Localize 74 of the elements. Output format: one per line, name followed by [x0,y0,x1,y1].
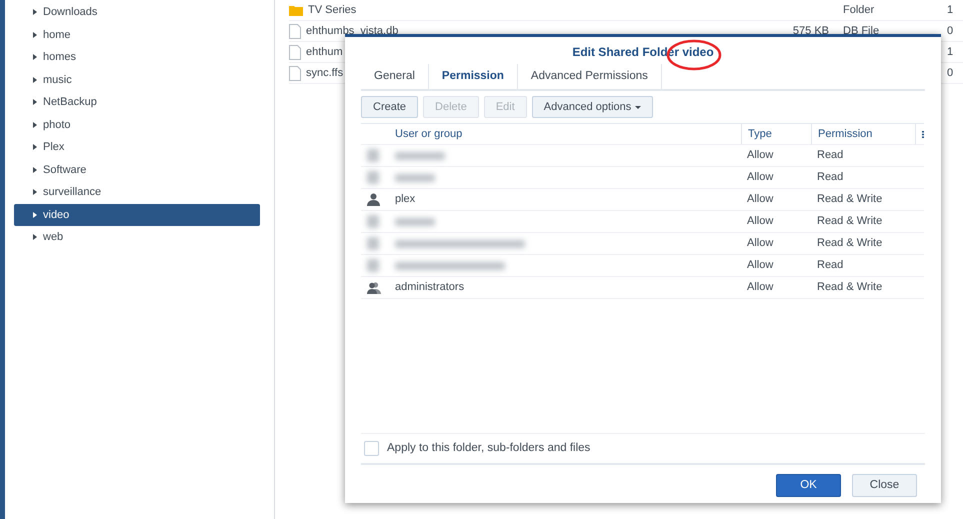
file-type: DB File [842,24,880,39]
expand-arrow-icon[interactable] [33,189,37,196]
tree-item[interactable]: Software [14,158,260,181]
dropdown-button[interactable]: Advanced options [532,96,654,118]
tree-item[interactable]: Downloads [14,1,260,24]
group-name: administrators [395,280,464,296]
tree-item[interactable]: homes [14,46,260,68]
table-cell: Allow [741,255,811,277]
table-cell: Allow [741,167,811,189]
ok-button[interactable]: OK [776,474,841,497]
blurred-icon [367,149,379,162]
file-icon [289,66,301,80]
blurred-name [395,152,445,160]
checkbox[interactable] [364,441,379,456]
tree-item[interactable]: video [14,204,260,226]
file-type: Folder [842,2,876,18]
checkbox-label: Apply to this folder, sub-folders and files [387,440,590,456]
expand-arrow-icon[interactable] [33,9,37,16]
user-name: plex [395,192,416,208]
tree-item[interactable]: music [14,68,260,91]
table-cell: Read & Write [811,233,915,255]
column-header[interactable]: Type [741,123,811,145]
table-cell: Read [811,255,915,277]
tree-item[interactable]: home [14,24,260,46]
expand-arrow-icon[interactable] [33,99,37,106]
file-icon [289,44,301,60]
tree-item[interactable]: NetBackup [14,91,260,114]
expand-arrow-icon[interactable] [33,122,37,128]
table-cell: Read [811,145,915,167]
table-cell: Allow [741,189,811,211]
table-cell: Allow [741,211,811,233]
tree-item[interactable]: web [14,226,260,248]
user-icon [367,193,380,206]
tab[interactable]: General [361,64,429,89]
table-cell-text: 1 [947,44,954,60]
blurred-icon [367,215,379,228]
table-cell-text: 0 [947,66,954,81]
blurred-icon [367,171,379,184]
expand-arrow-icon[interactable] [33,234,37,240]
blurred-name [395,174,435,182]
table-cell: Read [811,167,915,189]
folder-icon [289,4,303,16]
expand-arrow-icon[interactable] [33,166,37,173]
expand-arrow-icon[interactable] [33,144,37,150]
column-header[interactable]: Permission [811,123,915,145]
table-cell: Allow [741,233,811,255]
tab[interactable]: Advanced Permissions [518,64,662,89]
tree-item[interactable]: surveillance [14,181,260,204]
tree-item[interactable]: Plex [14,136,260,158]
tab[interactable]: Permission [428,64,518,89]
expand-arrow-icon[interactable] [33,54,37,60]
table-cell: Read & Write [811,277,915,299]
blurred-icon [367,237,379,250]
toolbar-button[interactable]: Create [361,96,418,118]
expand-arrow-icon[interactable] [33,32,37,38]
caret-icon [635,106,642,108]
file-icon [289,24,301,38]
table-cell: Read & Write [811,211,915,233]
file-name: ehthum [306,44,343,60]
table-cell: Allow [741,277,811,299]
blurred-name [395,218,435,226]
file-name: TV Series [308,2,356,18]
table-cell-text: 1 [947,2,954,18]
tree-item[interactable]: photo [14,114,260,136]
file-size: 575 KB [792,24,829,39]
file-name: sync.ffs [306,66,344,81]
expand-arrow-icon[interactable] [33,76,37,83]
close-button[interactable]: Close [852,474,917,497]
table-cell: Allow [741,145,811,167]
column-header[interactable]: User or group [389,123,741,145]
table-cell-text: 0 [947,24,954,39]
blurred-icon [367,259,379,272]
group-icon [367,282,381,294]
table-cell: Read & Write [811,189,915,211]
